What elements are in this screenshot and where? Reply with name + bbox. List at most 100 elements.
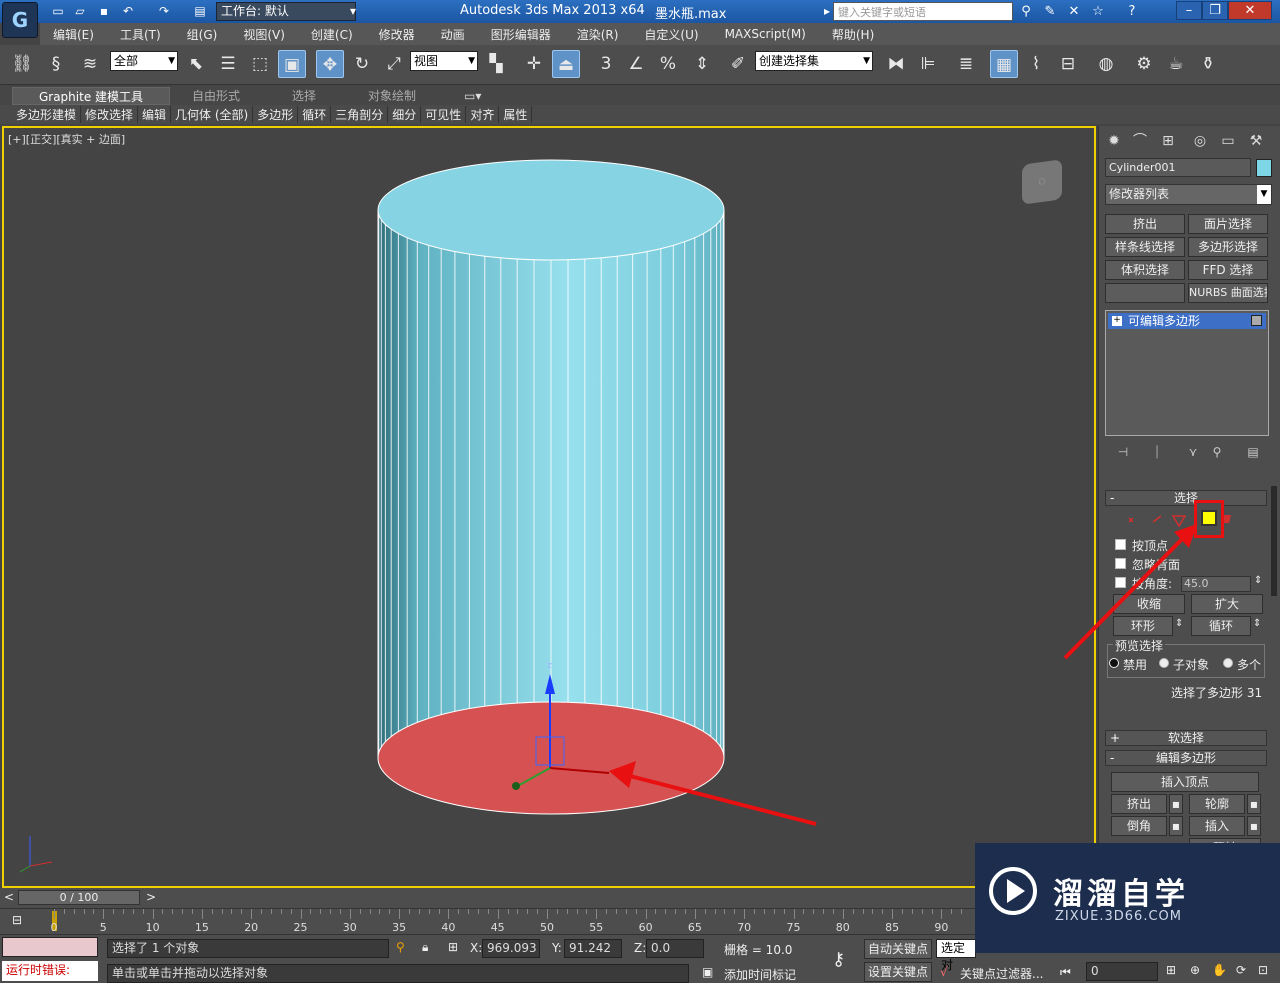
named-selection-dropdown[interactable]: 创建选择集 ▼ [755, 51, 873, 71]
loop-spinner-icon[interactable]: ⇕ [1253, 618, 1261, 629]
menu-help[interactable]: 帮助(H) [819, 26, 887, 43]
select-object-icon[interactable]: ⬉ [182, 50, 210, 78]
pan-icon[interactable]: ✋ [1212, 963, 1227, 977]
menu-group[interactable]: 组(G) [174, 26, 231, 43]
menu-modifiers[interactable]: 修改器 [366, 26, 428, 43]
menu-tools[interactable]: 工具(T) [107, 26, 174, 43]
unlink-icon[interactable]: § [42, 50, 70, 78]
subscription-icon[interactable]: ✎ [1040, 2, 1060, 21]
render-teapot-icon[interactable]: ⚱ [1194, 50, 1222, 78]
modify-tab-icon[interactable]: ⌒ [1129, 130, 1151, 152]
bevel-settings-button[interactable]: ▪ [1169, 816, 1183, 836]
menu-customize[interactable]: 自定义(U) [631, 26, 711, 43]
menu-edit[interactable]: 编辑(E) [40, 26, 107, 43]
maximize-viewport-icon[interactable]: ⊡ [1258, 963, 1268, 977]
viewport-label[interactable]: [+][正交][真实 + 边面] [8, 131, 125, 147]
pin-stack-icon[interactable]: ⊣ [1113, 444, 1133, 460]
project-folder-icon[interactable]: ▤ [192, 3, 208, 19]
zoom-extents-icon[interactable]: ⊕ [1190, 963, 1200, 977]
script-error-field[interactable]: 运行时错误: [2, 961, 98, 981]
rectangle-selection-icon[interactable]: ⬚ [246, 50, 274, 78]
manipulate-icon[interactable]: ✛ [520, 50, 548, 78]
tab-object-paint[interactable]: 对象绘制 [368, 87, 416, 105]
panel-scrollbar[interactable] [1271, 486, 1277, 596]
maxscript-listener[interactable] [2, 937, 98, 957]
object-name-field[interactable]: Cylinder001 [1105, 158, 1251, 177]
menu-animation[interactable]: 动画 [428, 26, 478, 43]
ribbon-visibility[interactable]: 可见性 [421, 106, 467, 123]
ribbon-properties[interactable]: 属性 [499, 106, 533, 123]
insert-vertex-button[interactable]: 插入顶点 [1111, 772, 1259, 792]
prev-frame-icon[interactable]: < [4, 890, 14, 904]
dropdown-arrow-icon[interactable]: ▾ [345, 3, 361, 19]
key-filters-button[interactable]: 关键点过滤器... [960, 965, 1043, 982]
binoculars-icon[interactable]: ⚲ [1016, 2, 1036, 21]
undo-icon[interactable]: ↶ [120, 3, 136, 19]
rendered-frame-icon[interactable]: ☕ [1162, 50, 1190, 78]
modifier-empty-button[interactable] [1105, 283, 1185, 303]
motion-tab-icon[interactable]: ◎ [1189, 130, 1211, 152]
time-tag-icon[interactable]: ▣ [702, 965, 713, 979]
menu-rendering[interactable]: 渲染(R) [564, 26, 632, 43]
menu-graph-editors[interactable]: 图形编辑器 [478, 26, 564, 43]
tab-graphite-modeling[interactable]: Graphite 建模工具 [12, 87, 170, 105]
menu-create[interactable]: 创建(C) [298, 26, 366, 43]
ribbon-edit[interactable]: 编辑 [138, 106, 172, 123]
viewcube-icon[interactable]: ⬡ [1022, 159, 1062, 205]
expand-icon[interactable]: + [1112, 316, 1122, 326]
schematic-view-icon[interactable]: ⊟ [1054, 50, 1082, 78]
ribbon-tris[interactable]: 三角剖分 [331, 106, 389, 123]
minimize-button[interactable]: – [1176, 1, 1202, 20]
key-icon[interactable]: ⚷ [832, 949, 845, 970]
cylinder-top[interactable] [377, 159, 725, 261]
modifier-ffd-select-button[interactable]: FFD 选择 [1188, 260, 1268, 280]
modifier-list-dropdown[interactable]: 修改器列表 ▼ [1105, 184, 1272, 205]
stack-item-editable-poly[interactable]: + 可编辑多边形 [1108, 313, 1266, 329]
snaps-toggle-icon[interactable]: 3 [592, 50, 620, 78]
material-editor-icon[interactable]: ◍ [1092, 50, 1120, 78]
y-coordinate-field[interactable]: 91.242 [564, 939, 622, 958]
goto-start-icon[interactable]: ⏮ [1060, 965, 1071, 980]
lock-selection-icon[interactable]: 🔒︎ [422, 940, 428, 955]
modifier-poly-select-button[interactable]: 多边形选择 [1188, 237, 1268, 257]
stack-toggle-icon[interactable] [1251, 315, 1262, 326]
reference-coord-dropdown[interactable]: 视图 ▼ [410, 51, 478, 71]
ribbon-subdivision[interactable]: 细分 [388, 106, 422, 123]
ribbon-geometry-all[interactable]: 几何体 (全部) [171, 106, 254, 123]
menu-maxscript[interactable]: MAXScript(M) [712, 27, 819, 41]
add-time-tag-text[interactable]: 添加时间标记 [724, 966, 796, 983]
menu-views[interactable]: 视图(V) [230, 26, 298, 43]
selection-filter-dropdown[interactable]: 全部 ▼ [110, 51, 178, 71]
show-end-result-icon[interactable]: ⏐ [1147, 444, 1167, 460]
render-setup-icon[interactable]: ⚙ [1130, 50, 1158, 78]
edit-named-selection-icon[interactable]: ✐ [724, 50, 752, 78]
link-icon[interactable]: ⛓ [8, 50, 36, 78]
preview-multi-radio[interactable] [1223, 658, 1233, 668]
window-crossing-icon[interactable]: ▣ [278, 50, 306, 78]
utilities-tab-icon[interactable]: ⚒ [1245, 130, 1267, 152]
modifier-patch-select-button[interactable]: 面片选择 [1188, 214, 1268, 234]
graphite-toggle-icon[interactable]: ▦ [990, 50, 1018, 78]
align-icon[interactable]: ⊫ [914, 50, 942, 78]
select-by-name-icon[interactable]: ☰ [214, 50, 242, 78]
make-unique-icon[interactable]: ⋎ [1183, 444, 1203, 460]
configure-sets-icon[interactable]: ▤ [1243, 444, 1263, 460]
ribbon-loops[interactable]: 循环 [298, 106, 332, 123]
app-logo-icon[interactable]: G [2, 2, 38, 38]
ribbon-align[interactable]: 对齐 [466, 106, 500, 123]
workspace-dropdown[interactable]: 工作台: 默认 [216, 2, 356, 21]
ribbon-polygons[interactable]: 多边形 [253, 106, 299, 123]
percent-snap-icon[interactable]: % [654, 50, 682, 78]
modifier-nurbs-select-button[interactable]: NURBS 曲面选择 [1188, 283, 1268, 303]
spinner-snap-icon[interactable]: ⇕ [688, 50, 716, 78]
mirror-icon[interactable]: ⧓ [882, 50, 910, 78]
curve-editor-icon[interactable]: ⌇ [1022, 50, 1050, 78]
selection-rollout-header[interactable]: - 选择 [1105, 490, 1267, 506]
key-filter-icon[interactable]: √ [940, 965, 948, 979]
ribbon-modify-selection[interactable]: 修改选择 [81, 106, 139, 123]
bind-space-warp-icon[interactable]: ≋ [76, 50, 104, 78]
tab-selection[interactable]: 选择 [292, 87, 316, 105]
keyboard-shortcut-override-icon[interactable]: ⏏ [552, 50, 580, 78]
viewport[interactable]: z [+][正交][真实 + 边面] ⬡ [2, 126, 1096, 888]
angle-snap-icon[interactable]: ∠ [622, 50, 650, 78]
